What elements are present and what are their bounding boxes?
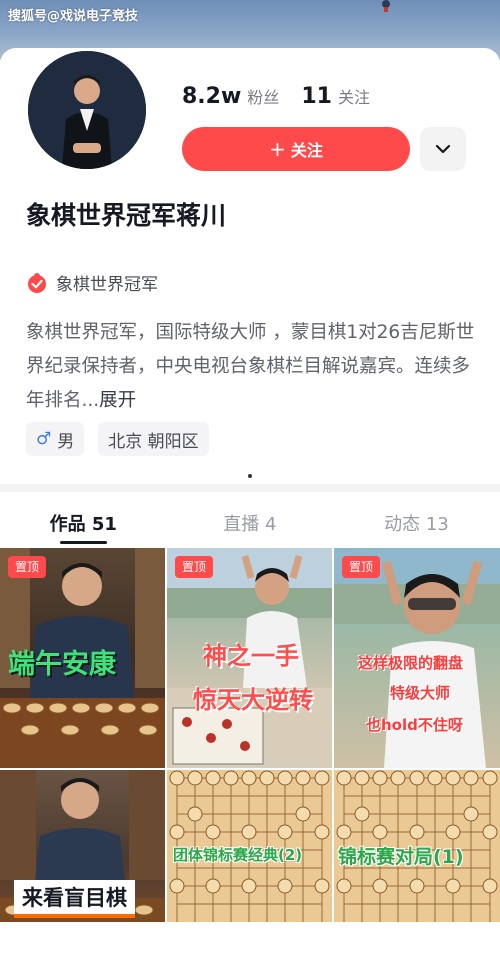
bio-text: 象棋世界冠军，国际特级大师 ，蒙目棋1对26吉尼斯世界纪录保持者，中央电视台象棋… (26, 316, 476, 418)
avatar[interactable] (25, 48, 149, 172)
section-divider (0, 484, 500, 492)
following-count[interactable]: 11 (301, 84, 332, 109)
follow-button[interactable]: + 关注 (182, 127, 410, 171)
avatar-portrait (28, 51, 146, 169)
profile-name: 象棋世界冠军蒋川 (26, 201, 227, 230)
following-label[interactable]: 关注 (338, 84, 370, 108)
video-thumbnail[interactable]: 锦标赛对局(1) (334, 770, 500, 922)
video-caption-line-3: 也hold不住呀 (366, 716, 463, 734)
watermark: 搜狐号@戏说电子竞技 (8, 9, 139, 24)
pinned-badge: 置顶 (342, 556, 381, 578)
bio-body: 象棋世界冠军，国际特级大师 ，蒙目棋1对26吉尼斯世界纪录保持者，中央电视台象棋… (26, 322, 475, 411)
video-thumbnail[interactable]: 团体锦标赛经典(2) (167, 770, 332, 922)
video-thumbnail[interactable]: 置顶 端午安康 (0, 548, 165, 768)
followers-label[interactable]: 粉丝 (247, 84, 279, 108)
page-indicator-dot (248, 474, 252, 478)
profile-tags: ♂ 男 北京 朝阳区 (26, 422, 223, 456)
chevron-down-icon (435, 144, 451, 154)
plus-icon: + (269, 137, 286, 161)
video-grid: 置顶 端午安康 置顶 神之一手 惊天大逆转 置顶 这样极限的翻盘 特级大师 也h… (0, 500, 500, 922)
pinned-badge: 置顶 (175, 556, 214, 578)
video-thumbnail[interactable]: 置顶 这样极限的翻盘 特级大师 也hold不住呀 (334, 548, 500, 768)
pinned-badge: 置顶 (8, 556, 47, 578)
location-label: 北京 朝阳区 (108, 431, 199, 452)
male-icon: ♂ (36, 429, 52, 449)
video-caption: 端午安康 (8, 649, 116, 680)
video-thumbnail[interactable]: 置顶 神之一手 惊天大逆转 (167, 548, 332, 768)
gender-label: 男 (57, 431, 75, 452)
verified-icon (28, 272, 46, 293)
stats-row: 8.2w 粉丝 11 关注 (182, 84, 392, 109)
video-caption-line-1: 神之一手 (203, 642, 299, 670)
more-options-button[interactable] (420, 127, 466, 171)
verification-label: 象棋世界冠军 (56, 275, 158, 295)
video-caption-line-2: 特级大师 (390, 684, 451, 702)
video-caption: 锦标赛对局(1) (338, 846, 464, 868)
followers-count[interactable]: 8.2w (182, 84, 241, 109)
video-thumbnail[interactable]: 来看盲目棋 (0, 770, 165, 922)
gender-tag: ♂ 男 (26, 422, 85, 456)
kite-figure-icon (382, 0, 390, 12)
follow-button-label: 关注 (290, 141, 323, 160)
video-caption-line-2: 惊天大逆转 (193, 686, 313, 714)
video-caption-line-1: 这样极限的翻盘 (358, 654, 464, 672)
verification-badge: 象棋世界冠军 (26, 270, 158, 295)
video-caption: 来看盲目棋 (14, 880, 135, 918)
video-caption: 团体锦标赛经典(2) (173, 846, 303, 864)
bio-expand-link[interactable]: 展开 (99, 390, 136, 411)
location-tag: 北京 朝阳区 (98, 422, 209, 456)
